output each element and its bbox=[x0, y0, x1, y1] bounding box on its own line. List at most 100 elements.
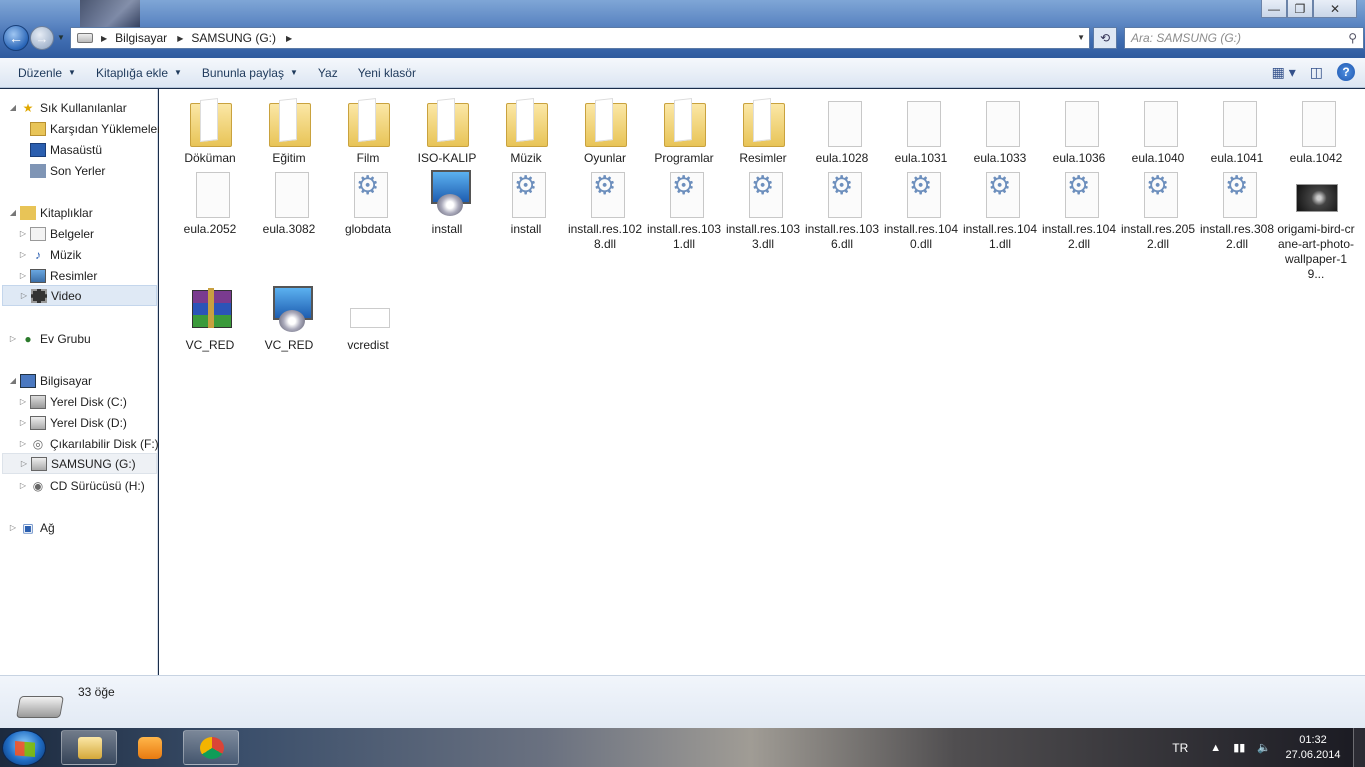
sidebar-item-music[interactable]: ▷ ♪ Müzik bbox=[18, 244, 81, 265]
add-to-library-button[interactable]: Kitaplığa ekle ▼ bbox=[88, 58, 190, 87]
sidebar-item-samsung-g[interactable]: ▷ SAMSUNG (G:) bbox=[2, 453, 157, 474]
back-button[interactable]: ← bbox=[3, 25, 29, 51]
network-signal-icon[interactable]: ▮▮ bbox=[1233, 741, 1245, 754]
close-button[interactable]: ✕ bbox=[1313, 0, 1357, 18]
file-item[interactable]: eula.1028 bbox=[803, 97, 881, 166]
file-item[interactable]: install.res.1031.dll bbox=[645, 168, 723, 252]
volume-icon[interactable]: 🔈 bbox=[1257, 741, 1271, 754]
folder-item[interactable]: Resimler bbox=[724, 97, 802, 166]
sidebar-item-cd-drive-h[interactable]: ▷ ◉ CD Sürücüsü (H:) bbox=[18, 475, 145, 496]
taskbar-chrome-button[interactable] bbox=[183, 730, 239, 765]
file-item[interactable]: install.res.3082.dll bbox=[1198, 168, 1276, 252]
taskbar-explorer-button[interactable] bbox=[61, 730, 117, 765]
expand-arrow-icon[interactable]: ▷ bbox=[18, 250, 28, 259]
folder-item[interactable]: Programlar bbox=[645, 97, 723, 166]
search-icon[interactable]: ⚲ bbox=[1348, 31, 1357, 45]
documents-icon bbox=[30, 226, 46, 241]
forward-button[interactable]: → bbox=[30, 26, 54, 50]
file-item[interactable]: VC_RED bbox=[171, 284, 249, 353]
expand-arrow-icon[interactable]: ▷ bbox=[18, 397, 28, 406]
folder-item[interactable]: Eğitim bbox=[250, 97, 328, 166]
expand-arrow-icon[interactable]: ▷ bbox=[19, 291, 29, 300]
folder-item[interactable]: Oyunlar bbox=[566, 97, 644, 166]
expand-arrow-icon[interactable]: ◢ bbox=[8, 103, 18, 112]
expand-arrow-icon[interactable]: ▷ bbox=[18, 481, 28, 490]
file-item[interactable]: install.res.1041.dll bbox=[961, 168, 1039, 252]
folder-item[interactable]: Müzik bbox=[487, 97, 565, 166]
folder-item[interactable]: Film bbox=[329, 97, 407, 166]
breadcrumb-computer[interactable]: Bilgisayar bbox=[115, 31, 167, 45]
change-view-icon[interactable]: ▦ ▾ bbox=[1272, 64, 1296, 81]
sidebar-item-removable-disk-f[interactable]: ▷ ◎ Çıkarılabilir Disk (F:) bbox=[18, 433, 159, 454]
expand-arrow-icon[interactable]: ▷ bbox=[18, 229, 28, 238]
organize-button[interactable]: Düzenle ▼ bbox=[10, 58, 84, 87]
file-item[interactable]: install.res.1033.dll bbox=[724, 168, 802, 252]
refresh-button[interactable]: ⟲ bbox=[1093, 27, 1117, 49]
folder-item[interactable]: Döküman bbox=[171, 97, 249, 166]
sidebar-item-pictures[interactable]: ▷ Resimler bbox=[18, 265, 97, 286]
file-item[interactable]: eula.1041 bbox=[1198, 97, 1276, 166]
burn-button[interactable]: Yaz bbox=[310, 58, 346, 87]
breadcrumb-samsung-drive[interactable]: SAMSUNG (G:) bbox=[191, 31, 276, 45]
expand-arrow-icon[interactable]: ▷ bbox=[18, 439, 28, 448]
chevron-right-icon[interactable]: ▶ bbox=[177, 34, 183, 43]
sidebar-item-desktop[interactable]: Masaüstü bbox=[30, 139, 102, 160]
expand-arrow-icon[interactable]: ▷ bbox=[8, 334, 18, 343]
taskbar-media-player-button[interactable] bbox=[121, 730, 177, 765]
sidebar-item-local-disk-d[interactable]: ▷ Yerel Disk (D:) bbox=[18, 412, 127, 433]
sidebar-item-video[interactable]: ▷ Video bbox=[2, 285, 157, 306]
language-indicator[interactable]: TR bbox=[1172, 741, 1188, 755]
file-item[interactable]: install bbox=[408, 168, 486, 237]
sidebar-item-local-disk-c[interactable]: ▷ Yerel Disk (C:) bbox=[18, 391, 127, 412]
expand-arrow-icon[interactable]: ▷ bbox=[19, 459, 29, 468]
sidebar-item-downloads[interactable]: Karşıdan Yüklemeler bbox=[30, 118, 161, 139]
expand-arrow-icon[interactable]: ▷ bbox=[18, 271, 28, 280]
expand-arrow-icon[interactable]: ▷ bbox=[18, 418, 28, 427]
file-item[interactable]: eula.1042 bbox=[1277, 97, 1355, 166]
file-item[interactable]: install.res.1040.dll bbox=[882, 168, 960, 252]
folder-item[interactable]: ISO-KALIP bbox=[408, 97, 486, 166]
file-item[interactable]: eula.1036 bbox=[1040, 97, 1118, 166]
doc-icon bbox=[1213, 97, 1261, 149]
sidebar-computer[interactable]: ◢ Bilgisayar bbox=[8, 370, 92, 391]
minimize-button[interactable]: — bbox=[1261, 0, 1287, 18]
share-with-button[interactable]: Bununla paylaş ▼ bbox=[194, 58, 306, 87]
expand-arrow-icon[interactable]: ▷ bbox=[8, 523, 18, 532]
address-bar[interactable]: ▶ Bilgisayar ▶ SAMSUNG (G:) ▶ ▼ bbox=[70, 27, 1090, 49]
maximize-button[interactable]: ❐ bbox=[1287, 0, 1313, 18]
new-folder-button[interactable]: Yeni klasör bbox=[350, 58, 424, 87]
file-item[interactable]: install.res.1036.dll bbox=[803, 168, 881, 252]
expand-arrow-icon[interactable]: ◢ bbox=[8, 376, 18, 385]
file-item[interactable]: install.res.2052.dll bbox=[1119, 168, 1197, 252]
file-item[interactable]: install.res.1042.dll bbox=[1040, 168, 1118, 252]
file-item[interactable]: eula.1033 bbox=[961, 97, 1039, 166]
search-input[interactable]: Ara: SAMSUNG (G:) ⚲ bbox=[1124, 27, 1364, 49]
sidebar-network[interactable]: ▷ ▣ Ağ bbox=[8, 517, 55, 538]
file-item[interactable]: eula.2052 bbox=[171, 168, 249, 237]
file-item[interactable]: VC_RED bbox=[250, 284, 328, 353]
sidebar-item-documents[interactable]: ▷ Belgeler bbox=[18, 223, 94, 244]
clock[interactable]: 01:32 27.06.2014 bbox=[1283, 733, 1343, 763]
file-item[interactable]: eula.1031 bbox=[882, 97, 960, 166]
file-item[interactable]: origami-bird-crane-art-photo-wallpaper-1… bbox=[1277, 168, 1355, 282]
file-item[interactable]: globdata bbox=[329, 168, 407, 237]
start-button[interactable] bbox=[2, 730, 46, 766]
show-desktop-button[interactable] bbox=[1353, 728, 1365, 767]
sidebar-homegroup[interactable]: ▷ ● Ev Grubu bbox=[8, 328, 91, 349]
file-item[interactable]: vcredist bbox=[329, 284, 407, 353]
file-item[interactable]: eula.3082 bbox=[250, 168, 328, 237]
sidebar-favorites[interactable]: ◢ ★ Sık Kullanılanlar bbox=[8, 97, 127, 118]
file-item[interactable]: install.res.1028.dll bbox=[566, 168, 644, 252]
help-icon[interactable]: ? bbox=[1337, 63, 1355, 81]
file-item[interactable]: eula.1040 bbox=[1119, 97, 1197, 166]
recent-pages-dropdown[interactable]: ▼ bbox=[57, 33, 65, 42]
file-item[interactable]: install bbox=[487, 168, 565, 237]
expand-arrow-icon[interactable]: ◢ bbox=[8, 208, 18, 217]
chevron-right-icon[interactable]: ▶ bbox=[286, 34, 292, 43]
address-dropdown-icon[interactable]: ▼ bbox=[1077, 33, 1085, 42]
chevron-right-icon[interactable]: ▶ bbox=[101, 34, 107, 43]
show-hidden-icons-icon[interactable]: ▲ bbox=[1210, 742, 1221, 754]
sidebar-item-recent-places[interactable]: Son Yerler bbox=[30, 160, 105, 181]
sidebar-libraries[interactable]: ◢ Kitaplıklar bbox=[8, 202, 93, 223]
preview-pane-icon[interactable]: ◫ bbox=[1310, 64, 1323, 81]
